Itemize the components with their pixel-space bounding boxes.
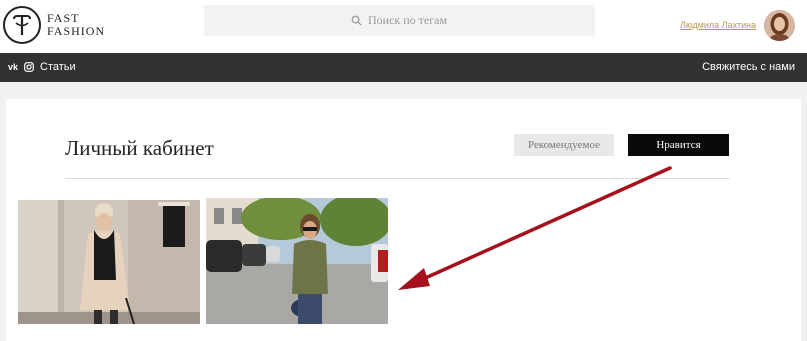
- logo-line-2: FASHION: [47, 24, 106, 38]
- liked-photo[interactable]: [206, 198, 388, 324]
- liked-photo[interactable]: [18, 200, 200, 324]
- logo[interactable]: FAST FASHION: [3, 6, 105, 44]
- nav-articles-link[interactable]: Статьи: [40, 61, 76, 73]
- avatar[interactable]: [764, 10, 795, 41]
- vk-icon[interactable]: vk: [8, 62, 18, 72]
- annotation-arrow: [398, 166, 672, 290]
- logo-icon: [3, 6, 41, 44]
- user-profile-link[interactable]: Людмила Лахтина: [680, 20, 756, 30]
- top-navbar: vk Статьи Свяжитесь с нами: [0, 53, 807, 82]
- site-header: FAST FASHION Людмила Лахтина: [0, 0, 807, 53]
- search-input[interactable]: [368, 13, 448, 28]
- search-icon: [351, 15, 362, 26]
- instagram-icon[interactable]: [24, 62, 34, 72]
- tab-recommended[interactable]: Рекомендуемое: [514, 134, 614, 156]
- tab-liked[interactable]: Нравится: [628, 134, 729, 156]
- logo-text: FAST FASHION: [47, 12, 105, 38]
- nav-contact-link[interactable]: Свяжитесь с нами: [700, 61, 795, 73]
- page-title: Личный кабинет: [65, 136, 214, 160]
- search-bar[interactable]: [204, 5, 595, 36]
